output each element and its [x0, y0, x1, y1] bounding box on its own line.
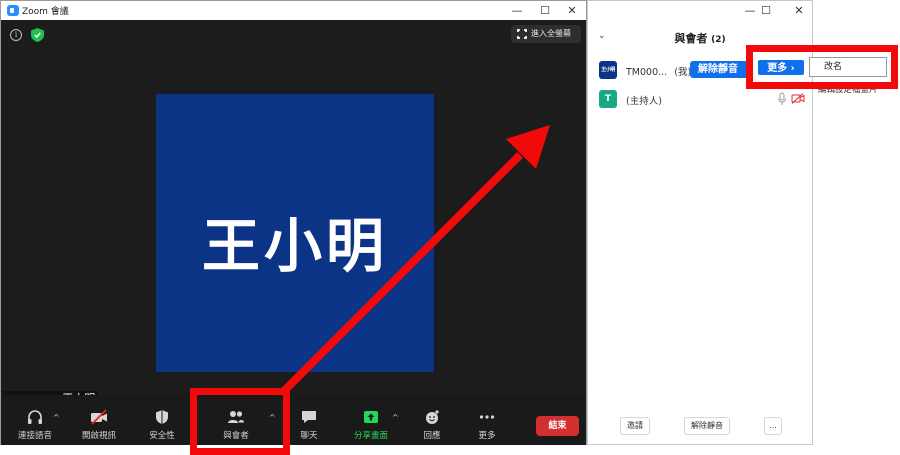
participant-name: (主持人)	[626, 96, 662, 107]
join-audio-label: 連接語音	[17, 431, 52, 441]
more-button[interactable]: 更多	[469, 395, 505, 445]
more-label: 更多	[478, 431, 496, 441]
headphones-icon	[28, 410, 42, 424]
unmute-all-button[interactable]: 解除靜音	[684, 417, 730, 435]
participants-highlight-box	[190, 388, 290, 455]
maximize-button[interactable]: ☐	[531, 1, 559, 20]
reactions-button[interactable]: 回應	[413, 395, 451, 445]
zoom-app-icon	[7, 5, 19, 16]
panel-title-text: 與會者	[674, 32, 708, 45]
reactions-icon	[426, 410, 439, 424]
video-area: i 進入全螢幕 王小明 TM0000001 王小明	[1, 20, 586, 407]
close-button[interactable]: ✕	[558, 1, 586, 20]
start-video-button[interactable]: 開啟視訊	[73, 395, 125, 445]
panel-maximize-button[interactable]: ☐	[752, 1, 780, 20]
window-title: Zoom 會議	[22, 7, 69, 17]
panel-footer: 邀請 解除靜音 ...	[588, 417, 812, 437]
encryption-shield-icon[interactable]	[31, 28, 44, 42]
microphone-icon	[778, 92, 786, 105]
share-screen-icon	[364, 411, 378, 423]
zoom-meeting-window: Zoom 會議 — ☐ ✕ i 進入全螢幕 王小明 TM0000001 王小明	[0, 0, 587, 445]
panel-close-button[interactable]: ✕	[785, 1, 813, 20]
participant-avatar-tile: 王小明	[156, 94, 434, 372]
participant-name-text: TM000...	[626, 67, 668, 78]
fullscreen-icon	[516, 28, 528, 40]
reactions-label: 回應	[423, 431, 441, 441]
chat-icon	[302, 411, 316, 423]
rename-highlight-box	[746, 45, 898, 89]
chat-label: 聊天	[300, 431, 318, 441]
window-titlebar: Zoom 會議 — ☐ ✕	[1, 1, 586, 20]
audio-options-caret-icon[interactable]: ^	[53, 413, 60, 422]
meeting-toolbar: 連接語音 ^ 開啟視訊 安全性 與會者 ^ 聊天 分享畫面 ^ 回應 更多 結束	[1, 395, 586, 445]
share-screen-label: 分享畫面	[353, 431, 388, 441]
start-video-label: 開啟視訊	[81, 431, 116, 441]
enter-fullscreen-button[interactable]: 進入全螢幕	[511, 25, 581, 43]
end-meeting-button[interactable]: 結束	[536, 416, 579, 436]
invite-button[interactable]: 邀請	[620, 417, 650, 435]
video-off-icon	[91, 409, 107, 425]
more-dots-icon	[479, 415, 495, 419]
participant-name: TM000... (我)	[626, 64, 691, 78]
security-label: 安全性	[149, 431, 175, 441]
minimize-button[interactable]: —	[503, 1, 531, 20]
participant-self-tag: (我)	[674, 67, 692, 78]
share-options-caret-icon[interactable]: ^	[392, 413, 399, 422]
fullscreen-label: 進入全螢幕	[531, 29, 571, 38]
participant-avatar: 王小明	[599, 61, 617, 79]
unmute-button[interactable]: 解除靜音	[690, 61, 748, 78]
participant-avatar: T	[599, 90, 617, 108]
participant-count: (2)	[711, 35, 726, 45]
chat-button[interactable]: 聊天	[291, 395, 327, 445]
screen: { "window": { "title": "Zoom 會議", "contr…	[0, 0, 900, 455]
camera-off-icon	[791, 93, 805, 104]
info-icon[interactable]: i	[10, 29, 22, 41]
avatar-text: 王小明	[201, 212, 388, 280]
security-shield-icon	[156, 410, 168, 424]
security-button[interactable]: 安全性	[138, 395, 186, 445]
panel-title: 與會者 (2)	[588, 30, 812, 46]
share-screen-button[interactable]: 分享畫面	[349, 395, 393, 445]
more-options-button[interactable]: ...	[764, 417, 782, 435]
participant-row-host[interactable]: T (主持人)	[588, 86, 812, 112]
